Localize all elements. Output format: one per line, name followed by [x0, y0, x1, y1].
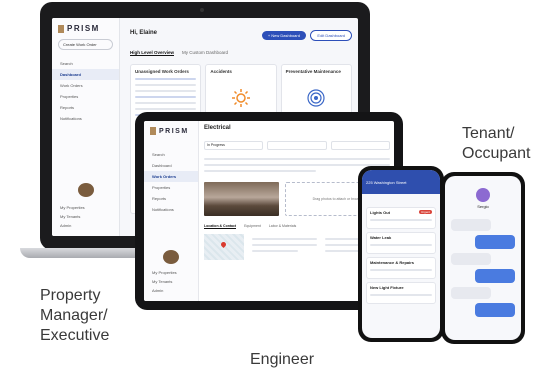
nav-my-tenants[interactable]: My Tenants — [52, 212, 119, 221]
phone-chat: Sergio — [441, 172, 525, 344]
work-order-item[interactable]: Water Leak — [366, 232, 436, 254]
greeting: Hi, Elaine — [130, 30, 158, 36]
work-order-item-title: Water Leak — [370, 235, 392, 240]
work-order-item[interactable]: Urgent Lights Out — [366, 207, 436, 229]
role-label-property-manager: Property Manager/ Executive — [40, 286, 109, 346]
tablet-logo: PRISM — [150, 127, 198, 135]
nav-reports[interactable]: Reports — [144, 193, 198, 204]
chat-bubble-outgoing — [475, 269, 515, 283]
tablet-logo-text: PRISM — [159, 127, 189, 135]
target-icon — [307, 89, 325, 107]
nav-reports[interactable]: Reports — [52, 102, 119, 113]
urgent-badge: Urgent — [418, 210, 432, 214]
contact-avatar[interactable] — [476, 188, 490, 202]
nav-admin[interactable]: Admin — [52, 221, 119, 230]
card-title: Preventative Maintenance — [285, 69, 341, 74]
work-order-photo[interactable] — [204, 182, 279, 216]
nav-admin[interactable]: Admin — [144, 286, 198, 295]
laptop-sidebar: PRISM Create Work Order Search Dashboard… — [52, 18, 120, 236]
map-pin-icon — [219, 240, 228, 249]
work-order-item[interactable]: New Light Fixture — [366, 282, 436, 304]
new-dashboard-button[interactable]: + New Dashboard — [261, 31, 306, 40]
user-avatar[interactable] — [77, 183, 94, 197]
work-order-item-title: New Light Fixture — [370, 285, 404, 290]
laptop-nav: Search Dashboard Work Orders Properties … — [52, 58, 119, 124]
laptop-sidebar-footer: My Properties My Tenants Admin — [52, 183, 119, 230]
tab-equipment[interactable]: Equipment — [244, 224, 261, 229]
tablet-nav: Search Dashboard Work Orders Properties … — [144, 149, 198, 215]
nav-my-properties[interactable]: My Properties — [144, 268, 198, 277]
nav-notifications[interactable]: Notifications — [144, 204, 198, 215]
role-text: Manager/ — [40, 307, 108, 324]
tab-my-custom-dashboard[interactable]: My Custom Dashboard — [182, 50, 228, 56]
nav-work-orders[interactable]: Work Orders — [52, 80, 119, 91]
phone1-header: 225 Washington Street — [362, 170, 440, 194]
nav-dashboard[interactable]: Dashboard — [144, 160, 198, 171]
priority-field[interactable] — [267, 141, 327, 150]
chat-bubble-incoming — [451, 287, 491, 299]
location-map[interactable] — [204, 234, 244, 260]
tab-labor-materials[interactable]: Labor & Materials — [269, 224, 296, 229]
laptop-logo-text: PRISM — [67, 24, 100, 33]
tablet-screen: PRISM Search Dashboard Work Orders Prope… — [144, 121, 394, 301]
sun-icon — [231, 89, 250, 107]
edit-dashboard-button[interactable]: Edit Dashboard — [310, 30, 352, 41]
assignee-field[interactable] — [330, 141, 390, 150]
card-title: Accidents — [210, 69, 232, 74]
role-text: Tenant/ — [462, 125, 515, 142]
nav-properties[interactable]: Properties — [144, 182, 198, 193]
tablet-sidebar: PRISM Search Dashboard Work Orders Prope… — [144, 121, 199, 301]
role-label-tenant: Tenant/ Occupant — [462, 124, 530, 164]
phone2-screen: Sergio — [445, 176, 521, 340]
nav-search[interactable]: Search — [52, 58, 119, 69]
status-field[interactable]: In Progress — [204, 141, 264, 150]
role-text: Executive — [40, 327, 110, 344]
nav-dashboard[interactable]: Dashboard — [52, 69, 119, 80]
create-work-order-button[interactable]: Create Work Order — [58, 39, 113, 50]
prism-logo-icon — [58, 24, 64, 33]
tablet-sidebar-footer: My Properties My Tenants Admin — [144, 250, 198, 295]
chat-bubble-incoming — [451, 253, 491, 265]
card-title: Unassigned Work Orders — [135, 69, 189, 74]
status-value: In Progress — [207, 143, 225, 147]
nav-work-orders[interactable]: Work Orders — [144, 171, 198, 182]
chat-bubble-outgoing — [475, 235, 515, 249]
work-order-item-title: Maintenance & Repairs — [370, 260, 415, 265]
dashboard-tabs: High Level Overview My Custom Dashboard — [130, 50, 352, 56]
tab-location-contact[interactable]: Location & Contact — [204, 224, 237, 229]
role-label-engineer: Engineer — [250, 351, 315, 368]
phone-work-orders: 225 Washington Street Urgent Lights Out … — [358, 166, 444, 342]
role-text: Property — [40, 287, 101, 304]
nav-notifications[interactable]: Notifications — [52, 113, 119, 124]
work-order-title: Electrical — [204, 125, 231, 131]
user-avatar[interactable] — [163, 250, 179, 264]
role-text: Occupant — [462, 145, 531, 162]
nav-properties[interactable]: Properties — [52, 91, 119, 102]
prism-logo-icon — [150, 127, 156, 135]
work-order-item[interactable]: Maintenance & Repairs — [366, 257, 436, 279]
chat-bubble-incoming — [451, 219, 491, 231]
nav-my-tenants[interactable]: My Tenants — [144, 277, 198, 286]
nav-my-properties[interactable]: My Properties — [52, 203, 119, 212]
phone1-screen: 225 Washington Street Urgent Lights Out … — [362, 170, 440, 338]
tab-high-level-overview[interactable]: High Level Overview — [130, 50, 175, 56]
laptop-logo: PRISM — [58, 24, 119, 33]
nav-search[interactable]: Search — [144, 149, 198, 160]
laptop-camera — [200, 8, 204, 12]
chat-bubble-outgoing — [475, 303, 515, 317]
